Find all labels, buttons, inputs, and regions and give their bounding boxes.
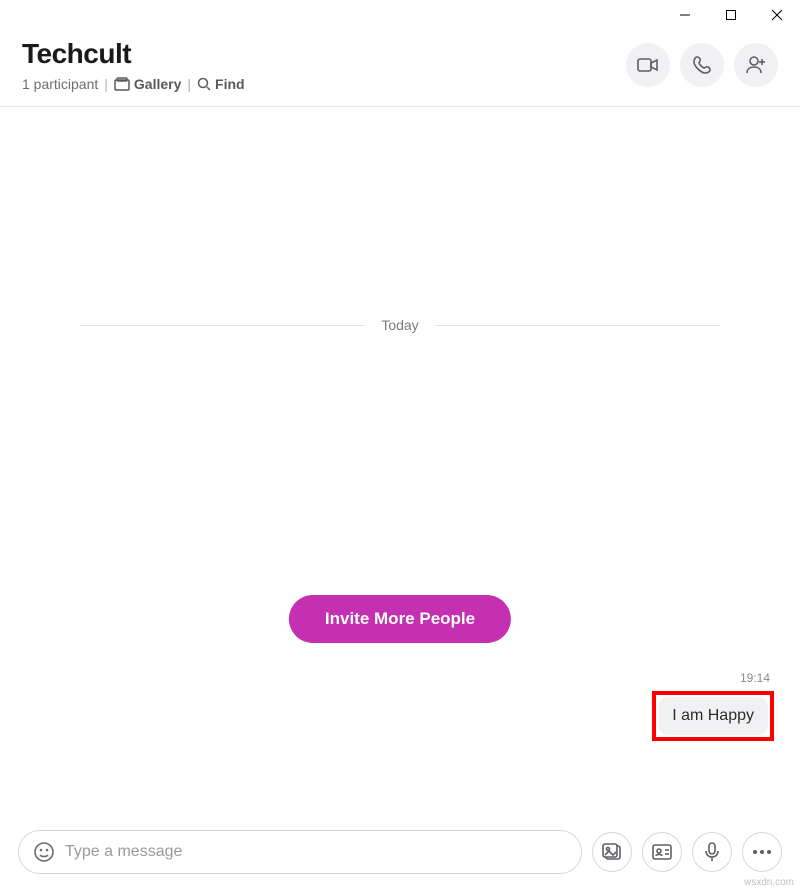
- microphone-icon: [705, 842, 719, 862]
- gallery-icon: [114, 77, 130, 91]
- message-timestamp: 19:14: [740, 671, 770, 685]
- search-icon: [197, 77, 211, 91]
- date-label: Today: [381, 317, 418, 333]
- close-icon: [771, 9, 783, 21]
- header-left: Techcult 1 participant | Gallery | Find: [22, 38, 245, 92]
- minimize-icon: [679, 9, 691, 21]
- chat-body: Today Invite More People 19:14 I am Happ…: [0, 107, 800, 775]
- message-highlight: I am Happy: [652, 691, 774, 741]
- close-button[interactable]: [754, 0, 800, 30]
- chat-title: Techcult: [22, 38, 245, 70]
- add-person-icon: [745, 55, 767, 75]
- find-label: Find: [215, 76, 245, 92]
- message-bubble[interactable]: I am Happy: [658, 697, 768, 735]
- invite-more-people-button[interactable]: Invite More People: [289, 595, 511, 643]
- find-button[interactable]: Find: [197, 76, 245, 92]
- more-icon: [753, 850, 771, 854]
- contact-card-button[interactable]: [642, 832, 682, 872]
- voice-message-button[interactable]: [692, 832, 732, 872]
- add-participant-button[interactable]: [734, 43, 778, 87]
- message-input[interactable]: [65, 843, 567, 861]
- more-button[interactable]: [742, 832, 782, 872]
- media-button[interactable]: [592, 832, 632, 872]
- message-input-container: [18, 830, 582, 874]
- separator: |: [187, 76, 191, 92]
- emoji-icon[interactable]: [33, 841, 55, 863]
- date-separator: Today: [0, 317, 800, 333]
- minimize-button[interactable]: [662, 0, 708, 30]
- separator: |: [104, 76, 108, 92]
- gallery-button[interactable]: Gallery: [114, 76, 181, 92]
- gallery-label: Gallery: [134, 76, 181, 92]
- maximize-button[interactable]: [708, 0, 754, 30]
- maximize-icon: [725, 9, 737, 21]
- contact-card-icon: [652, 844, 672, 860]
- video-icon: [637, 57, 659, 73]
- participant-count: 1 participant: [22, 76, 98, 92]
- composer: [0, 830, 800, 874]
- video-call-button[interactable]: [626, 43, 670, 87]
- watermark: wsxdn.com: [744, 877, 794, 888]
- audio-call-button[interactable]: [680, 43, 724, 87]
- phone-icon: [692, 55, 712, 75]
- chat-subheader: 1 participant | Gallery | Find: [22, 76, 245, 92]
- window-controls: [662, 0, 800, 30]
- media-icon: [602, 843, 622, 861]
- header-actions: [626, 43, 778, 87]
